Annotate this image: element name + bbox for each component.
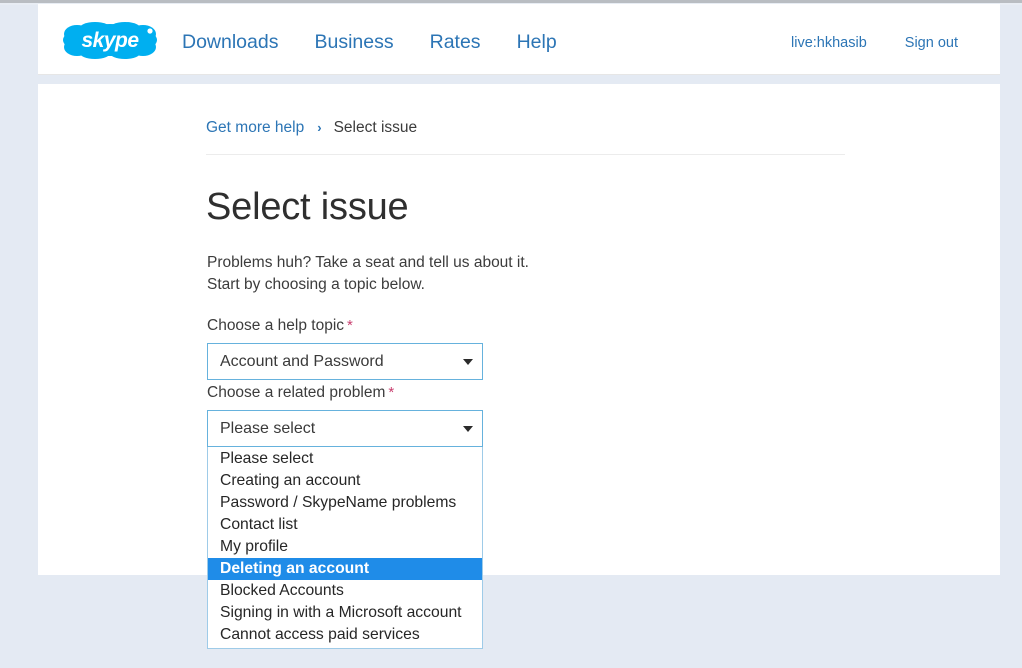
header-separator-band [38,75,1000,84]
intro-line-2: Start by choosing a topic below. [207,275,425,293]
option-item[interactable]: Deleting an account [208,558,482,580]
related-problem-select[interactable]: Please select [207,410,483,447]
nav-item-rates[interactable]: Rates [430,30,481,54]
help-topic-select[interactable]: Account and Password [207,343,483,380]
chevron-down-icon [463,425,473,432]
intro-text: Problems huh? Take a seat and tell us ab… [207,252,529,295]
option-item[interactable]: Cannot access paid services [208,624,482,646]
sign-out-link[interactable]: Sign out [905,34,958,52]
page-title: Select issue [206,186,409,228]
breadcrumb-parent-link[interactable]: Get more help [206,118,304,138]
help-topic-selected-value: Account and Password [220,352,384,370]
svg-text:skype: skype [81,29,139,52]
chevron-right-icon: › [317,120,322,135]
breadcrumb-current: Select issue [333,119,418,136]
page-root: skype Downloads Business Rates Help live… [0,0,1022,668]
option-item[interactable]: Contact list [208,514,482,536]
help-topic-label: Choose a help topic * [207,316,353,336]
related-problem-label-text: Choose a related problem [207,384,386,401]
content-page: Get more help › Select issue Select issu… [38,84,1000,575]
option-item[interactable]: My profile [208,536,482,558]
breadcrumb-divider [206,154,845,155]
option-item[interactable]: Please select [208,448,482,470]
intro-line-1: Problems huh? Take a seat and tell us ab… [207,254,529,271]
account-username-link[interactable]: live:hkhasib [791,34,867,52]
breadcrumb: Get more help › Select issue [206,118,417,138]
nav-item-help[interactable]: Help [517,30,557,54]
related-problem-label: Choose a related problem * [207,383,394,403]
required-asterisk: * [347,317,353,334]
site-header: skype Downloads Business Rates Help live… [38,4,1000,75]
main-navigation: Downloads Business Rates Help [182,30,557,54]
help-topic-label-text: Choose a help topic [207,317,345,334]
related-problem-selected-value: Please select [220,419,316,437]
required-asterisk: * [388,384,395,401]
chevron-down-icon [463,358,473,365]
nav-item-downloads[interactable]: Downloads [182,30,278,54]
related-problem-option-list[interactable]: Please select Creating an account Password… [207,447,483,649]
skype-logo[interactable]: skype [61,20,159,60]
option-item[interactable]: Blocked Accounts [208,580,482,602]
option-item[interactable]: Signing in with a Microsoft account [208,602,482,624]
account-navigation: live:hkhasib Sign out [791,34,958,52]
nav-item-business[interactable]: Business [314,30,393,54]
option-item[interactable]: Password / SkypeName problems [208,492,482,514]
browser-chrome-edge [0,0,1022,5]
option-item[interactable]: Creating an account [208,470,482,492]
